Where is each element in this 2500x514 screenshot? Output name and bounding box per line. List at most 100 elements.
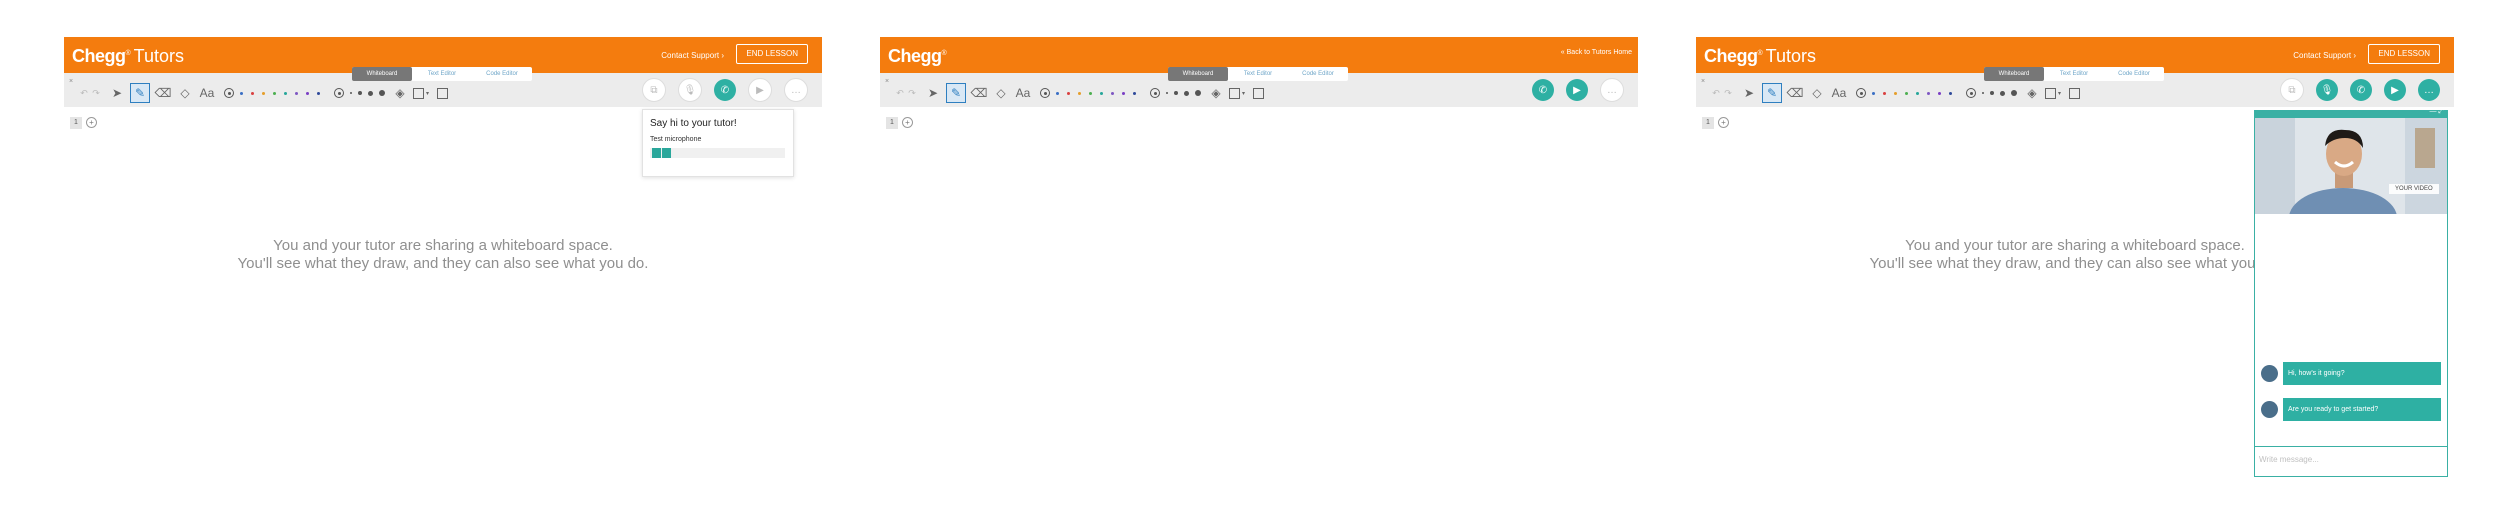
chegg-tutors-logo[interactable]: Chegg® Tutors: [1704, 43, 1816, 67]
color-picker-icon[interactable]: [224, 88, 234, 98]
page-number[interactable]: 1: [886, 117, 898, 129]
stroke-size-xlarge[interactable]: [1195, 90, 1201, 96]
contact-support-link[interactable]: Contact Support ›: [661, 51, 724, 60]
tab-text-editor[interactable]: Text Editor: [412, 67, 472, 81]
add-page-icon[interactable]: +: [1718, 117, 1729, 128]
chat-icon[interactable]: …: [2418, 79, 2440, 101]
color-swatch[interactable]: [306, 91, 309, 95]
color-swatch[interactable]: [262, 91, 265, 95]
microphone-icon[interactable]: 🎙: [2316, 79, 2338, 101]
tab-code-editor[interactable]: Code Editor: [1288, 67, 1348, 81]
add-page-icon[interactable]: +: [902, 117, 913, 128]
end-lesson-button[interactable]: END LESSON: [2368, 44, 2440, 64]
background-icon[interactable]: [413, 87, 424, 99]
add-page-icon[interactable]: +: [86, 117, 97, 128]
page-number[interactable]: 1: [1702, 117, 1714, 129]
color-picker-icon[interactable]: [1040, 88, 1050, 98]
color-swatch[interactable]: [284, 91, 287, 95]
close-icon[interactable]: ×: [1701, 78, 1705, 85]
chat-icon[interactable]: …: [784, 78, 808, 102]
fill-icon[interactable]: ◈: [2023, 84, 2041, 102]
eraser-icon[interactable]: ⌫: [970, 84, 988, 102]
color-swatch[interactable]: [1894, 91, 1897, 95]
undo-icon[interactable]: ↶: [78, 84, 90, 102]
microphone-off-icon[interactable]: 🎙: [678, 78, 702, 102]
your-video-thumbnail[interactable]: YOUR VIDEO: [2389, 184, 2439, 194]
tab-text-editor[interactable]: Text Editor: [1228, 67, 1288, 81]
background-icon[interactable]: [2045, 87, 2056, 99]
screen-share-icon[interactable]: ⧉: [2280, 78, 2304, 102]
color-swatch[interactable]: [1938, 91, 1941, 95]
pointer-icon[interactable]: ➤: [108, 84, 126, 102]
redo-icon[interactable]: ↷: [906, 84, 918, 102]
pen-icon[interactable]: ✎: [130, 83, 150, 103]
color-picker-icon[interactable]: [1856, 88, 1866, 98]
tab-whiteboard[interactable]: Whiteboard: [352, 67, 412, 81]
phone-icon[interactable]: ✆: [714, 79, 736, 101]
stroke-size-medium[interactable]: [1990, 91, 1994, 95]
select-area-icon[interactable]: [2069, 87, 2081, 99]
select-area-icon[interactable]: [437, 87, 449, 99]
chat-icon[interactable]: …: [1600, 78, 1624, 102]
stroke-size-small[interactable]: [350, 92, 352, 94]
color-swatch[interactable]: [240, 91, 243, 95]
tab-code-editor[interactable]: Code Editor: [472, 67, 532, 81]
stroke-size-picker-icon[interactable]: [1150, 88, 1160, 98]
stroke-size-medium[interactable]: [358, 91, 362, 95]
chevron-down-icon[interactable]: ▾: [1242, 90, 1245, 97]
stroke-size-small[interactable]: [1166, 92, 1168, 94]
tab-code-editor[interactable]: Code Editor: [2104, 67, 2164, 81]
color-swatch[interactable]: [1078, 91, 1081, 95]
stroke-size-large[interactable]: [1184, 90, 1189, 96]
contact-support-link[interactable]: Contact Support ›: [2293, 51, 2356, 60]
color-swatch[interactable]: [1067, 91, 1070, 95]
phone-icon[interactable]: ✆: [1532, 79, 1554, 101]
video-camera-icon[interactable]: ▶: [748, 78, 772, 102]
color-swatch[interactable]: [295, 91, 298, 95]
stroke-size-picker-icon[interactable]: [334, 88, 344, 98]
redo-icon[interactable]: ↷: [90, 84, 102, 102]
expand-icon[interactable]: — ⤢: [2429, 108, 2444, 116]
undo-icon[interactable]: ↶: [1710, 84, 1722, 102]
chat-message-input[interactable]: Write message...: [2255, 446, 2447, 476]
chevron-down-icon[interactable]: ▾: [2058, 90, 2061, 97]
text-tool-icon[interactable]: Aa: [1014, 84, 1032, 102]
eraser-icon[interactable]: ⌫: [1786, 84, 1804, 102]
undo-icon[interactable]: ↶: [894, 84, 906, 102]
pointer-icon[interactable]: ➤: [1740, 84, 1758, 102]
color-swatch[interactable]: [1111, 91, 1114, 95]
color-swatch[interactable]: [1100, 91, 1103, 95]
stroke-size-medium[interactable]: [1174, 91, 1178, 95]
tab-whiteboard[interactable]: Whiteboard: [1984, 67, 2044, 81]
stroke-size-xlarge[interactable]: [379, 90, 385, 96]
back-to-tutors-home-link[interactable]: « Back to Tutors Home: [1561, 49, 1632, 56]
fill-icon[interactable]: ◈: [391, 84, 409, 102]
chegg-logo[interactable]: Chegg®: [888, 43, 947, 67]
color-swatch[interactable]: [1133, 91, 1136, 95]
color-swatch[interactable]: [273, 91, 276, 95]
screen-share-icon[interactable]: ⧉: [642, 78, 666, 102]
shapes-icon[interactable]: ◇: [176, 84, 194, 102]
stroke-size-small[interactable]: [1982, 92, 1984, 94]
pen-icon[interactable]: ✎: [1762, 83, 1782, 103]
redo-icon[interactable]: ↷: [1722, 84, 1734, 102]
select-area-icon[interactable]: [1253, 87, 1265, 99]
stroke-size-large[interactable]: [2000, 90, 2005, 96]
end-lesson-button[interactable]: END LESSON: [736, 44, 808, 64]
color-swatch[interactable]: [1916, 91, 1919, 95]
pointer-icon[interactable]: ➤: [924, 84, 942, 102]
text-tool-icon[interactable]: Aa: [1830, 84, 1848, 102]
color-swatch[interactable]: [1122, 91, 1125, 95]
color-swatch[interactable]: [1883, 91, 1886, 95]
shapes-icon[interactable]: ◇: [992, 84, 1010, 102]
stroke-size-picker-icon[interactable]: [1966, 88, 1976, 98]
tab-whiteboard[interactable]: Whiteboard: [1168, 67, 1228, 81]
phone-icon[interactable]: ✆: [2350, 79, 2372, 101]
color-swatch[interactable]: [1905, 91, 1908, 95]
pen-icon[interactable]: ✎: [946, 83, 966, 103]
eraser-icon[interactable]: ⌫: [154, 84, 172, 102]
chegg-tutors-logo[interactable]: Chegg® Tutors: [72, 43, 184, 67]
close-icon[interactable]: ×: [69, 78, 73, 85]
chevron-down-icon[interactable]: ▾: [426, 90, 429, 97]
text-tool-icon[interactable]: Aa: [198, 84, 216, 102]
